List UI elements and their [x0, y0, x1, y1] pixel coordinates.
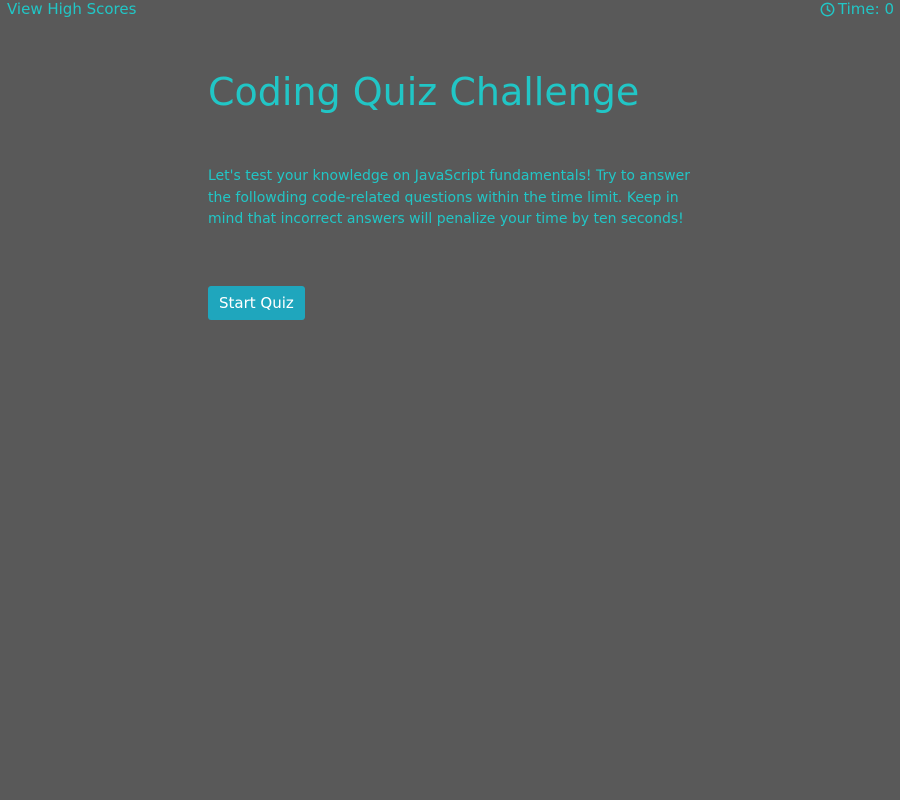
- top-bar: View High Scores Time: 0: [0, 0, 900, 20]
- start-quiz-button[interactable]: Start Quiz: [208, 285, 305, 320]
- clock-icon: [820, 2, 835, 17]
- page-title: Coding Quiz Challenge: [208, 70, 640, 114]
- intro-text: Let's test your knowledge on JavaScript …: [208, 168, 691, 227]
- timer: Time: 0: [820, 0, 894, 18]
- timer-label: Time: 0: [837, 0, 894, 18]
- quiz-intro: Coding Quiz Challenge Let's test your kn…: [208, 66, 698, 320]
- view-high-scores-link[interactable]: View High Scores: [7, 0, 136, 18]
